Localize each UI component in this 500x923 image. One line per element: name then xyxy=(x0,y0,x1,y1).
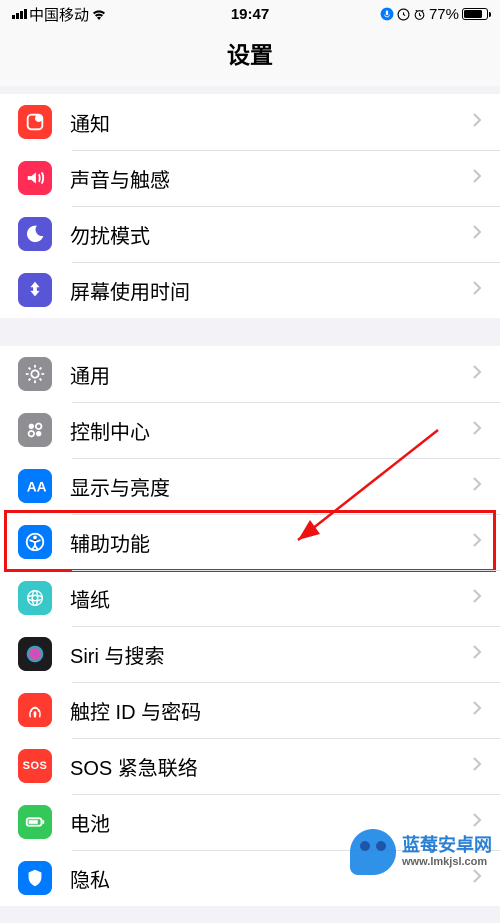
privacy-icon xyxy=(18,861,52,895)
status-time: 19:47 xyxy=(231,6,269,23)
settings-row-accessibility[interactable]: 辅助功能 xyxy=(0,514,500,570)
sos-icon: SOS xyxy=(18,749,52,783)
chevron-right-icon xyxy=(472,112,482,133)
settings-row-control-center[interactable]: 控制中心 xyxy=(0,402,500,458)
wifi-icon xyxy=(91,8,107,20)
chevron-right-icon xyxy=(472,224,482,245)
row-label: SOS 紧急联络 xyxy=(70,752,472,781)
signal-icon xyxy=(12,9,27,19)
row-label: 勿扰模式 xyxy=(70,220,472,249)
accessibility-icon xyxy=(18,525,52,559)
settings-row-general[interactable]: 通用 xyxy=(0,346,500,402)
chevron-right-icon xyxy=(472,364,482,385)
general-icon xyxy=(18,357,52,391)
settings-group: 通用控制中心AA显示与亮度辅助功能墙纸Siri 与搜索触控 ID 与密码SOSS… xyxy=(0,346,500,906)
chevron-right-icon xyxy=(472,420,482,441)
row-label: 通用 xyxy=(70,360,472,389)
notifications-icon xyxy=(18,105,52,139)
screentime-icon xyxy=(18,273,52,307)
settings-row-screentime[interactable]: 屏幕使用时间 xyxy=(0,262,500,318)
row-label: 通知 xyxy=(70,108,472,137)
chevron-right-icon xyxy=(472,476,482,497)
touchid-icon xyxy=(18,693,52,727)
battery-percent: 77% xyxy=(429,6,459,23)
chevron-right-icon xyxy=(472,756,482,777)
chevron-right-icon xyxy=(472,168,482,189)
battery-status-icon xyxy=(462,8,488,20)
row-label: 屏幕使用时间 xyxy=(70,276,472,305)
watermark-line2: www.lmkjsl.com xyxy=(402,856,492,868)
settings-row-display[interactable]: AA 显示与亮度 xyxy=(0,458,500,514)
row-label: Siri 与搜索 xyxy=(70,640,472,669)
carrier-label: 中国移动 xyxy=(29,4,89,25)
siri-icon xyxy=(18,637,52,671)
settings-row-wallpaper[interactable]: 墙纸 xyxy=(0,570,500,626)
alarm-icon xyxy=(413,8,426,21)
row-label: 显示与亮度 xyxy=(70,472,472,501)
settings-row-siri[interactable]: Siri 与搜索 xyxy=(0,626,500,682)
settings-list[interactable]: 通知声音与触感勿扰模式屏幕使用时间通用控制中心 AA 显示与亮度辅助功能墙纸 Siri… xyxy=(0,86,500,923)
settings-group: 通知声音与触感勿扰模式屏幕使用时间 xyxy=(0,94,500,318)
row-label: 墙纸 xyxy=(70,584,472,613)
display-icon: AA xyxy=(18,469,52,503)
status-bar: 中国移动 19:47 77% xyxy=(0,0,500,28)
row-label: 声音与触感 xyxy=(70,164,472,193)
settings-row-sounds[interactable]: 声音与触感 xyxy=(0,150,500,206)
row-label: 辅助功能 xyxy=(70,528,472,557)
settings-row-notifications[interactable]: 通知 xyxy=(0,94,500,150)
chevron-right-icon xyxy=(472,700,482,721)
watermark: 蓝莓安卓网 www.lmkjsl.com xyxy=(350,829,492,875)
watermark-logo-icon xyxy=(350,829,396,875)
settings-row-touchid[interactable]: 触控 ID 与密码 xyxy=(0,682,500,738)
control-center-icon xyxy=(18,413,52,447)
wallpaper-icon xyxy=(18,581,52,615)
chevron-right-icon xyxy=(472,644,482,665)
status-right: 77% xyxy=(380,6,488,23)
status-left: 中国移动 xyxy=(12,4,107,25)
sounds-icon xyxy=(18,161,52,195)
settings-row-sos[interactable]: SOS SOS 紧急联络 xyxy=(0,738,500,794)
chevron-right-icon xyxy=(472,588,482,609)
chevron-right-icon xyxy=(472,532,482,553)
svg-text:AA: AA xyxy=(27,480,46,495)
row-label: 控制中心 xyxy=(70,416,472,445)
battery-icon xyxy=(18,805,52,839)
chevron-right-icon xyxy=(472,280,482,301)
page-title: 设置 xyxy=(0,28,500,86)
watermark-line1: 蓝莓安卓网 xyxy=(402,836,492,856)
settings-row-dnd[interactable]: 勿扰模式 xyxy=(0,206,500,262)
watermark-text: 蓝莓安卓网 www.lmkjsl.com xyxy=(402,836,492,868)
row-label: 触控 ID 与密码 xyxy=(70,696,472,725)
dnd-icon xyxy=(18,217,52,251)
voice-icon xyxy=(380,7,394,21)
rotation-lock-icon xyxy=(397,8,410,21)
